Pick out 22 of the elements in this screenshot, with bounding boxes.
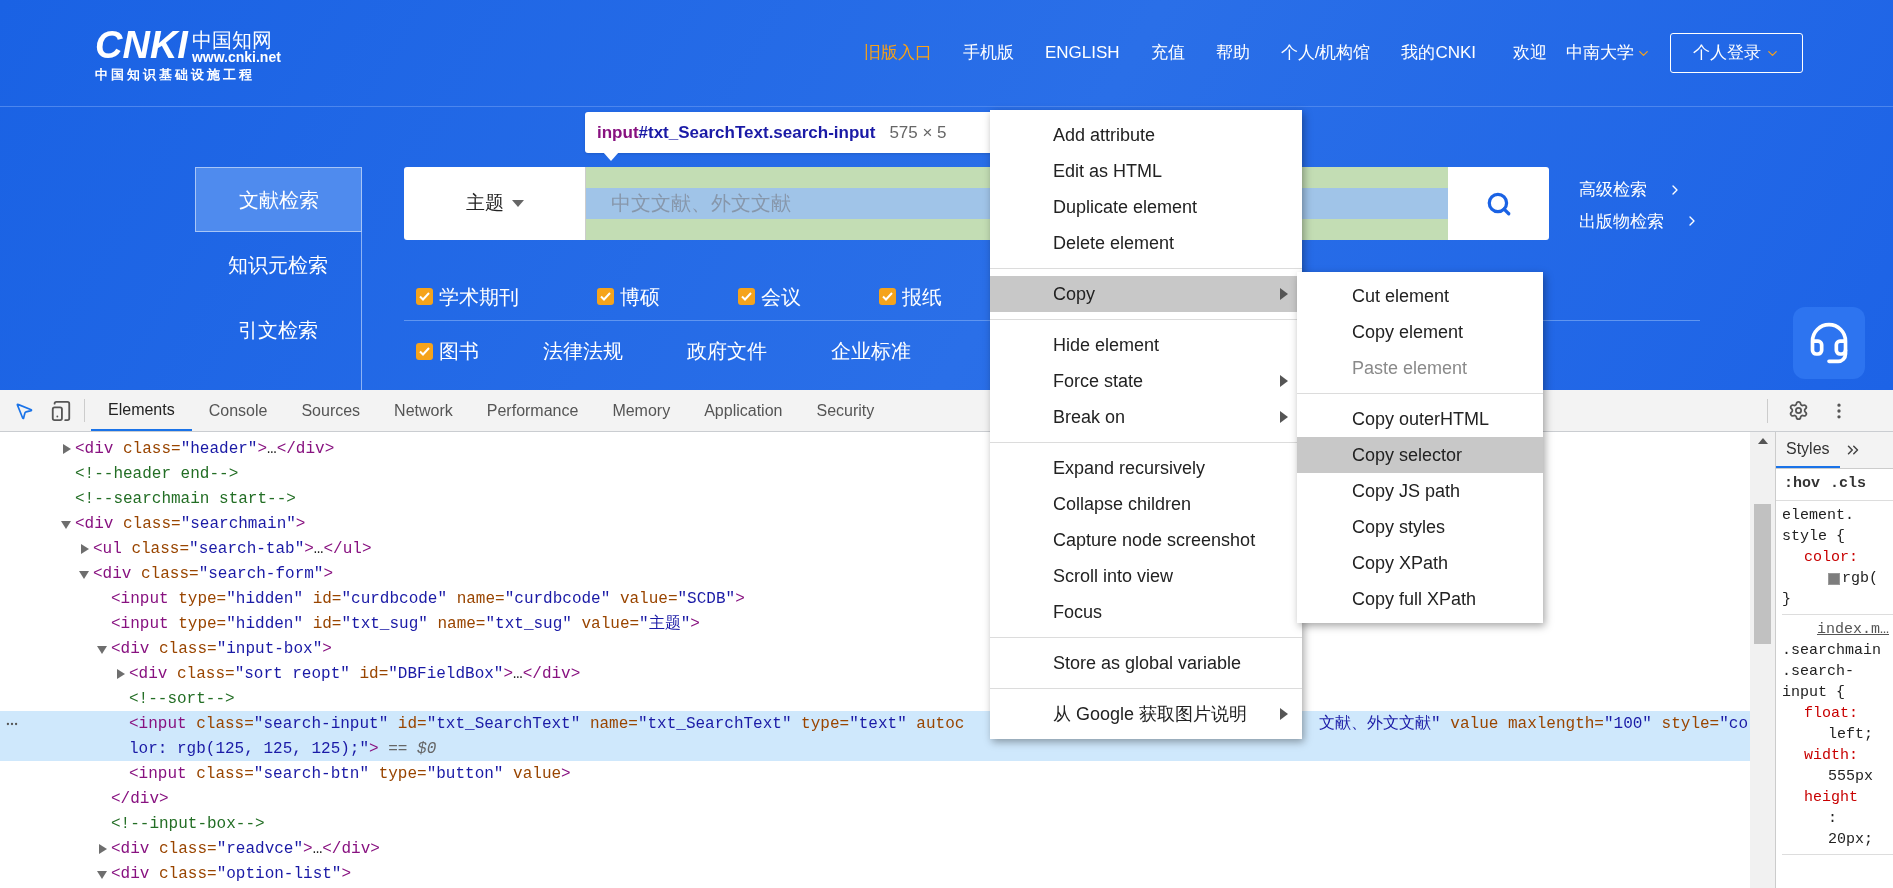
welcome-text: 欢迎 — [1513, 42, 1547, 65]
css-value: 20px; — [1828, 830, 1873, 850]
element-selector: input#txt_SearchText.search-input — [597, 121, 876, 144]
logo-slogan: 中国知识基础设施工程 — [95, 67, 256, 81]
css-value: : — [1828, 809, 1837, 829]
logo-mark: CNKI — [95, 25, 188, 64]
css-selector: element. — [1782, 506, 1855, 526]
css-selector: .search- — [1782, 662, 1855, 682]
css-property: height — [1804, 788, 1859, 808]
logo-name: 中国知网 — [191, 29, 272, 50]
css-property: color: — [1804, 548, 1859, 568]
logo-url: www.cnki.net — [191, 49, 281, 64]
css-selector: style { — [1782, 527, 1846, 547]
css-value: left; — [1828, 725, 1873, 745]
css-value: rgb( — [1842, 569, 1878, 589]
element-size: 575 × 5 — [889, 121, 947, 144]
css-value: 555px — [1828, 767, 1873, 787]
css-property: float: — [1804, 704, 1859, 724]
css-property: width: — [1804, 746, 1859, 766]
css-selector: .searchmain — [1782, 641, 1883, 661]
css-brace: } — [1782, 590, 1792, 610]
css-selector: input { — [1782, 683, 1846, 703]
